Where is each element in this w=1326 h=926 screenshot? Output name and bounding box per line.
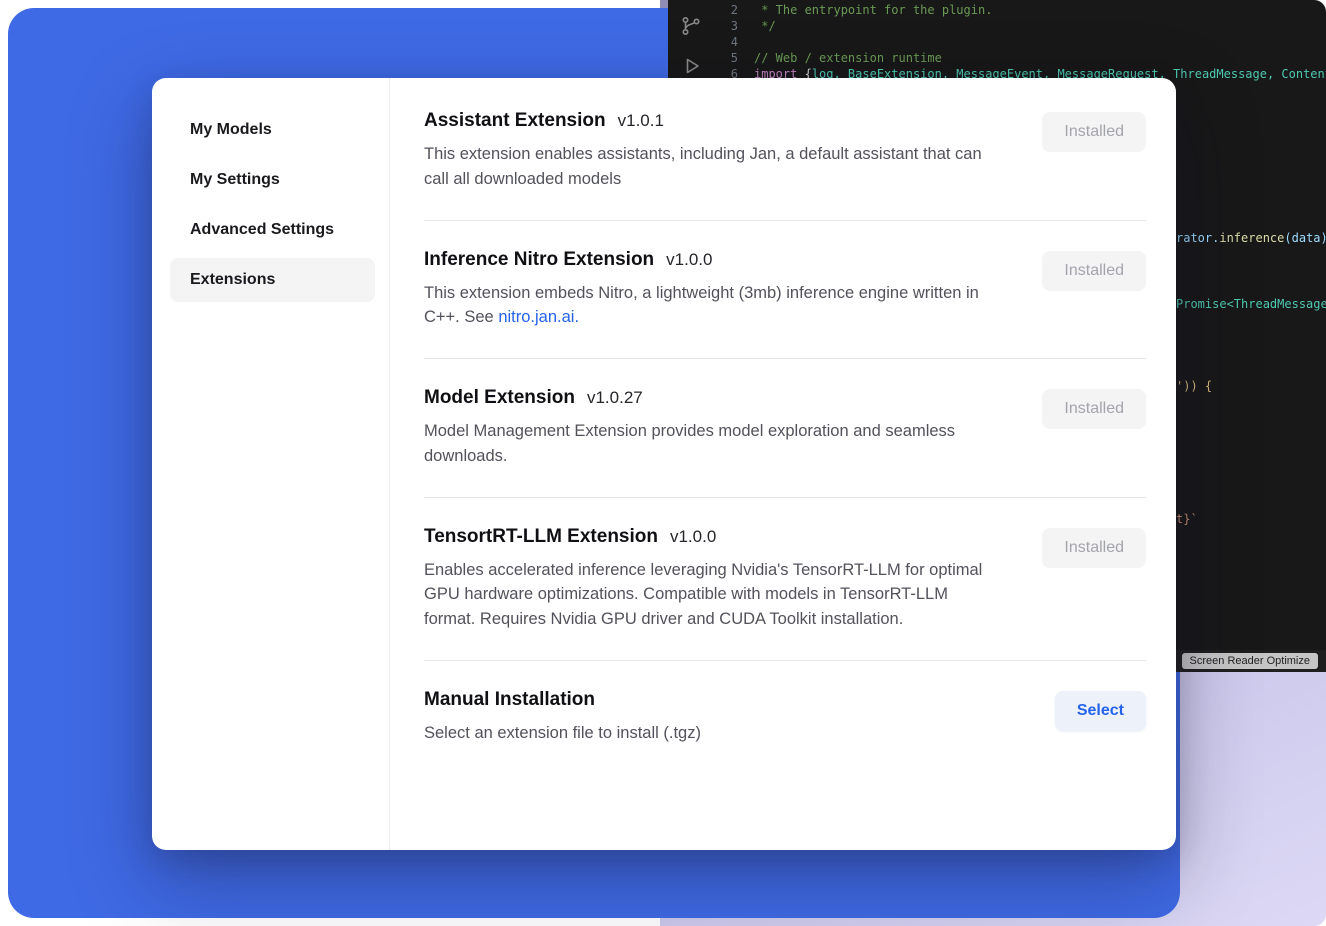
extension-title: Assistant Extension — [424, 110, 606, 132]
sidebar-item-my-settings[interactable]: My Settings — [170, 158, 375, 202]
code-line: 5 // Web / extension runtime — [716, 50, 1326, 66]
manual-installation-row: Manual Installation Select an extension … — [424, 661, 1146, 774]
screen-reader-badge[interactable]: Screen Reader Optimize — [1182, 653, 1318, 669]
sidebar-item-label: Advanced Settings — [190, 221, 334, 239]
extension-version: v1.0.0 — [670, 527, 716, 547]
extension-version: v1.0.0 — [666, 250, 712, 270]
code-fragment: t}` — [1176, 512, 1198, 526]
source-control-icon[interactable] — [679, 14, 703, 38]
installed-button[interactable]: Installed — [1042, 389, 1146, 429]
extension-title: Inference Nitro Extension — [424, 249, 654, 271]
code-line: 4 — [716, 34, 1326, 50]
code-line: 3 */ — [716, 18, 1326, 34]
sidebar-item-label: My Settings — [190, 171, 280, 189]
extension-version: v1.0.27 — [587, 388, 643, 408]
extension-row-assistant: Assistant Extension v1.0.1 This extensio… — [424, 78, 1146, 221]
extension-description: Model Management Extension provides mode… — [424, 419, 1002, 469]
settings-sidebar: My Models My Settings Advanced Settings … — [152, 78, 390, 850]
select-file-button[interactable]: Select — [1055, 691, 1146, 731]
installed-button[interactable]: Installed — [1042, 112, 1146, 152]
manual-installation-description: Select an extension file to install (.tg… — [424, 721, 701, 746]
code-area: 2 * The entrypoint for the plugin. 3 */ … — [716, 2, 1326, 82]
installed-button[interactable]: Installed — [1042, 251, 1146, 291]
extensions-list: Assistant Extension v1.0.1 This extensio… — [390, 78, 1176, 850]
sidebar-item-my-models[interactable]: My Models — [170, 108, 375, 152]
nitro-jan-ai-link[interactable]: nitro.jan.ai. — [498, 308, 579, 326]
extension-row-inference-nitro: Inference Nitro Extension v1.0.0 This ex… — [424, 221, 1146, 360]
extension-title: Model Extension — [424, 387, 575, 409]
sidebar-item-label: My Models — [190, 121, 272, 139]
extension-description: Enables accelerated inference leveraging… — [424, 558, 1002, 632]
settings-modal: My Models My Settings Advanced Settings … — [152, 78, 1176, 850]
code-fragment: ')) { — [1176, 379, 1212, 393]
code-line: 2 * The entrypoint for the plugin. — [716, 2, 1326, 18]
extension-description: This extension enables assistants, inclu… — [424, 142, 1002, 192]
extension-title: TensortRT-LLM Extension — [424, 526, 658, 548]
manual-installation-title: Manual Installation — [424, 689, 595, 711]
code-fragment: rator.inference(data)); — [1176, 231, 1326, 245]
extension-version: v1.0.1 — [618, 111, 664, 131]
extension-row-tensorrt-llm: TensortRT-LLM Extension v1.0.0 Enables a… — [424, 498, 1146, 661]
sidebar-item-label: Extensions — [190, 271, 275, 289]
screenshot-canvas: 2 * The entrypoint for the plugin. 3 */ … — [0, 0, 1326, 926]
sidebar-item-advanced-settings[interactable]: Advanced Settings — [170, 208, 375, 252]
extension-description: This extension embeds Nitro, a lightweig… — [424, 281, 1002, 331]
sidebar-item-extensions[interactable]: Extensions — [170, 258, 375, 302]
extension-row-model: Model Extension v1.0.27 Model Management… — [424, 359, 1146, 498]
code-fragment: Promise<ThreadMessage> — [1176, 297, 1326, 311]
installed-button[interactable]: Installed — [1042, 528, 1146, 568]
run-debug-icon[interactable] — [679, 54, 703, 78]
